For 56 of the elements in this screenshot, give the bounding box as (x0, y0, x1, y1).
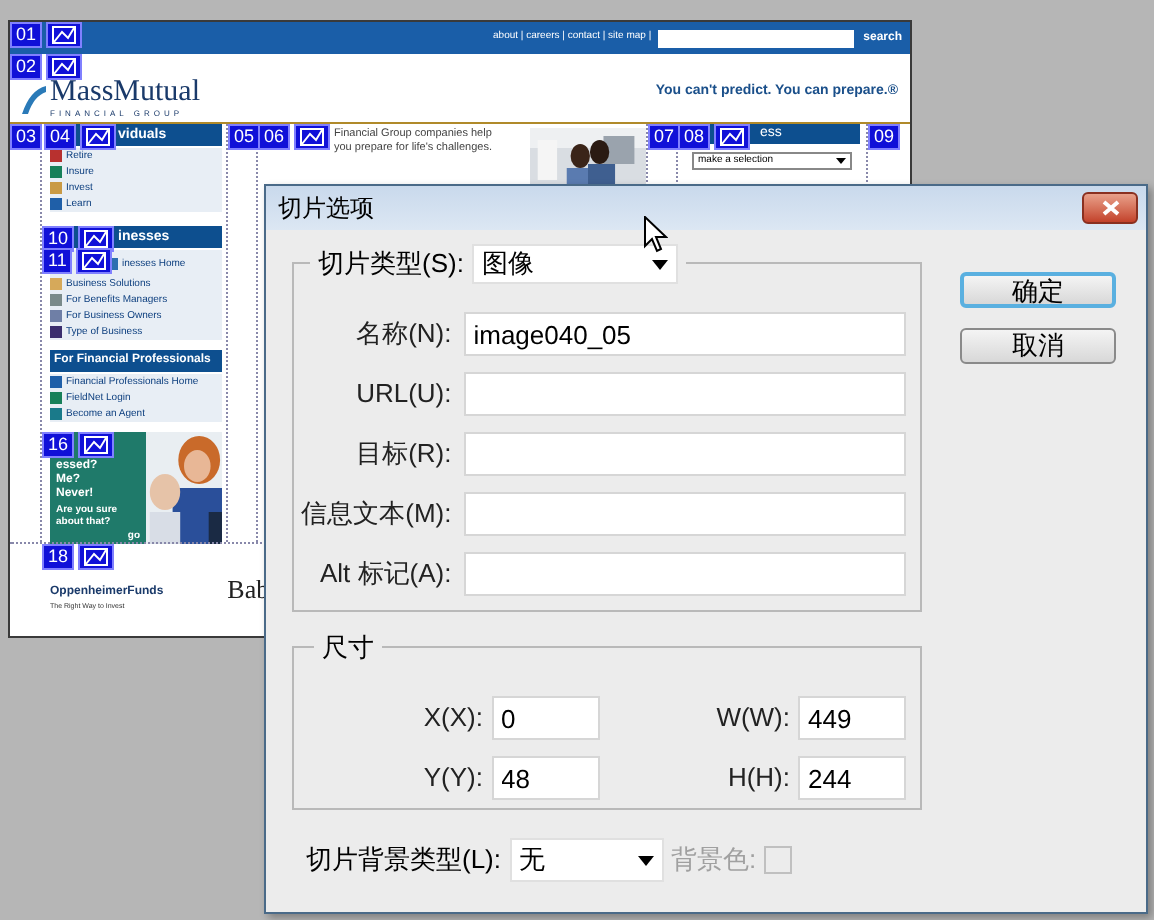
image-icon (52, 26, 77, 44)
image-icon (82, 252, 107, 270)
search-input[interactable] (657, 29, 854, 47)
slice-type-select[interactable]: 图像 (471, 244, 678, 284)
dialog-button[interactable]: 取消 (960, 328, 1116, 364)
field-label: Y(Y): (423, 760, 483, 797)
cursor-icon (644, 216, 668, 254)
field-label: 目标(R): (354, 436, 452, 473)
slice-number: 09 (868, 124, 901, 150)
text-field[interactable] (463, 492, 906, 536)
dialog-title: 切片选项 (278, 192, 374, 226)
field-label: 名称(N): (354, 316, 452, 353)
slice-number: 11 (42, 248, 73, 274)
field-label: 信息文本(M): (299, 496, 452, 533)
close-icon (1101, 200, 1119, 216)
image-icon (86, 128, 111, 146)
background-type-label: 切片背景类型(L): (306, 842, 501, 879)
slice-number: 16 (42, 432, 75, 458)
field-label: X(X): (423, 700, 483, 737)
field-label: Alt 标记(A): (318, 556, 452, 593)
field-label: H(H): (727, 760, 790, 797)
slice-number: 01 (10, 22, 43, 48)
background-color-label: 背景色: (671, 842, 757, 879)
close-button[interactable] (1082, 192, 1138, 224)
slice-number: 06 (258, 124, 291, 150)
number-field[interactable]: 449 (798, 696, 906, 740)
image-icon (84, 230, 109, 248)
slice-number: 07 (648, 124, 681, 150)
slice-number: 04 (44, 124, 77, 150)
number-field[interactable]: 244 (798, 756, 906, 800)
slice-number: 05 (228, 124, 261, 150)
logo-text: MassMutual (50, 78, 200, 108)
slice-number: 08 (678, 124, 711, 150)
slice-number: 03 (10, 124, 43, 150)
image-icon (300, 128, 325, 146)
image-icon (84, 548, 109, 566)
text-field[interactable] (463, 552, 906, 596)
logo-icon (22, 85, 46, 113)
dialog-button[interactable]: 确定 (960, 272, 1116, 308)
image-icon (720, 128, 745, 146)
dropdown-arrow-icon (836, 156, 846, 166)
background-type-select[interactable]: 无 (509, 838, 663, 882)
slice-number: 02 (10, 54, 43, 80)
text-field[interactable] (463, 372, 906, 416)
text-field[interactable]: image040_05 (463, 312, 906, 356)
image-icon (84, 436, 109, 454)
dropdown-arrow-icon (651, 259, 668, 269)
slice-number: 18 (42, 544, 75, 570)
dropdown-arrow-icon (637, 855, 653, 865)
number-field[interactable]: 0 (491, 696, 599, 740)
field-label: W(W): (716, 700, 790, 737)
image-icon (52, 58, 77, 76)
slice-type-label: 切片类型(S): (318, 246, 464, 283)
field-label: URL(U): (354, 376, 452, 413)
number-field[interactable]: 48 (491, 756, 599, 800)
text-field[interactable] (463, 432, 906, 476)
